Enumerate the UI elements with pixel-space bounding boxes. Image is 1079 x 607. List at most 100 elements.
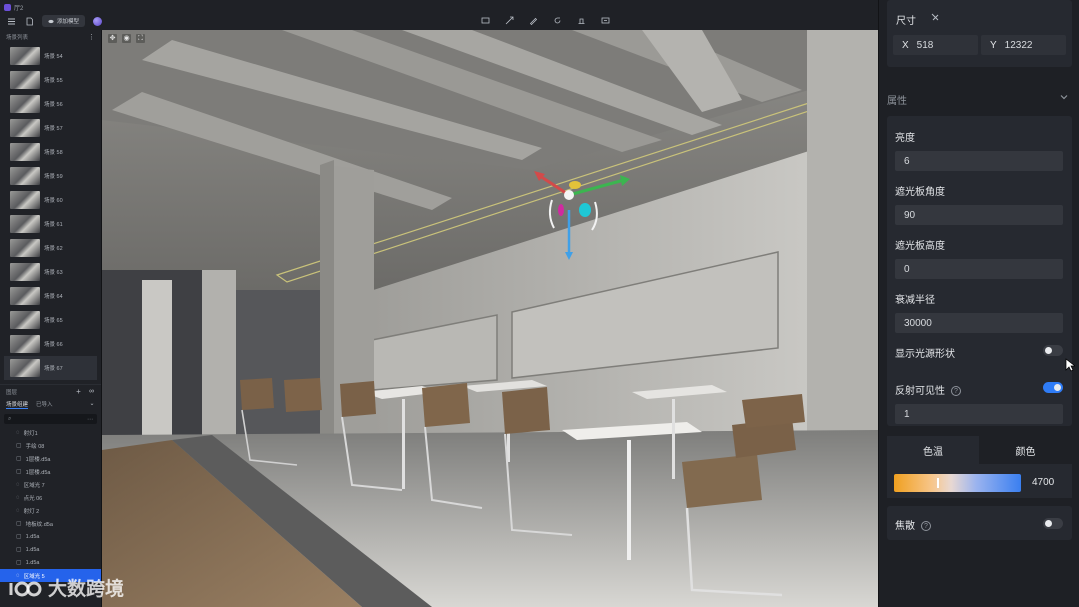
collapse-chevron-icon[interactable] (1059, 92, 1069, 105)
color-temp-slider[interactable] (894, 474, 1021, 492)
menu-icon[interactable] (6, 16, 16, 26)
add-model-button[interactable]: 添加模型 (42, 15, 86, 27)
pen-tool-icon[interactable] (528, 15, 538, 25)
add-scene-icon[interactable]: ⋮ (88, 34, 95, 41)
scene-label: 场景 61 (44, 222, 63, 228)
scale-tool-icon[interactable] (576, 15, 586, 25)
tree-item-label: 射灯 2 (23, 508, 40, 515)
scene-item[interactable]: 场景 64 (4, 284, 97, 308)
frame-icon[interactable]: ⛶ (136, 34, 145, 43)
barn-height-input[interactable]: 0 (895, 259, 1063, 279)
view-icon[interactable]: ◉ (122, 34, 131, 43)
move-tool-icon[interactable] (504, 15, 514, 25)
select-tool-icon[interactable] (480, 15, 490, 25)
focus-label: 焦散 (895, 521, 915, 532)
tab-color-temp[interactable]: 色温 (887, 436, 979, 464)
size-x-field[interactable]: X 518 (893, 35, 978, 55)
pan-icon[interactable]: ✥ (108, 34, 117, 43)
tree-item-label: 1层楼.d5a (25, 456, 51, 463)
add-model-label: 添加模型 (57, 19, 80, 25)
chevron-down-icon[interactable]: ⌄ (89, 401, 95, 407)
slider-thumb[interactable] (937, 478, 940, 488)
light-properties-box: 亮度 6 遮光板角度 90 遮光板高度 0 衰减半径 30000 显示光源形状 … (887, 116, 1072, 426)
tree-item-label: 射灯1 (23, 430, 38, 437)
filter-icon[interactable]: ⋯ (87, 416, 93, 423)
scene-thumbnail (10, 335, 40, 353)
barn-height-label: 遮光板高度 (895, 241, 945, 252)
scene-item[interactable]: 场景 58 (4, 140, 97, 164)
scene-item[interactable]: 场景 62 (4, 236, 97, 260)
scene-thumbnail (10, 191, 40, 209)
tree-item[interactable]: ▢ 1.d5a (0, 530, 101, 543)
help-icon[interactable]: ? (921, 521, 931, 532)
scene-label: 场景 65 (44, 318, 63, 324)
reflection-input[interactable]: 1 (895, 404, 1063, 424)
rotate-tool-icon[interactable] (552, 15, 562, 25)
scene-item[interactable]: 场景 59 (4, 164, 97, 188)
scene-label: 场景 54 (44, 54, 63, 60)
tree-item[interactable]: ▢ 地板纹.d5a (0, 517, 101, 530)
scene-thumbnail (10, 167, 40, 185)
tab-color[interactable]: 颜色 (979, 436, 1072, 464)
x-axis-label: X (902, 39, 909, 51)
tree-item[interactable]: ▢ 手绘 08 (0, 439, 101, 452)
show-shape-toggle[interactable] (1043, 345, 1063, 356)
tree-item[interactable]: ◌ 射灯 2 (0, 504, 101, 517)
layer-search-input[interactable]: ⌕ ⋯ (4, 414, 97, 424)
tree-item[interactable]: ◌ 区域光 7 (0, 478, 101, 491)
scene-item[interactable]: 场景 63 (4, 260, 97, 284)
tree-item[interactable]: ▢ 1层楼.d5a (0, 452, 101, 465)
help-icon[interactable]: ? (951, 386, 961, 397)
tree-item[interactable]: ▢ 1.d5a (0, 556, 101, 569)
link-icon[interactable]: ∞ (88, 388, 95, 395)
tree-item-label: 点光 06 (23, 495, 43, 502)
attenuation-label: 衰减半径 (895, 295, 935, 306)
light-icon: ◌ (16, 507, 20, 514)
layers-header: 图层 + ∞ (0, 384, 101, 398)
lock-icon[interactable] (929, 11, 941, 26)
user-avatar[interactable] (93, 16, 103, 26)
barn-angle-input[interactable]: 90 (895, 205, 1063, 225)
scene-item[interactable]: 场景 65 (4, 308, 97, 332)
scene-item[interactable]: 场景 60 (4, 188, 97, 212)
file-icon[interactable] (24, 16, 34, 26)
scene-item[interactable]: 场景 56 (4, 92, 97, 116)
tab-imported[interactable]: 已导入 (36, 400, 53, 408)
scene-label: 场景 63 (44, 270, 63, 276)
tree-item-label: 1.d5a (25, 533, 40, 540)
size-box: 尺寸 X 518 Y 12322 (887, 0, 1072, 67)
x-value: 518 (916, 39, 934, 51)
size-y-field[interactable]: Y 12322 (981, 35, 1066, 55)
scene-item[interactable]: 场景 57 (4, 116, 97, 140)
tree-item[interactable]: ▢ 1.d5a (0, 543, 101, 556)
layers-title: 图层 (6, 389, 18, 396)
properties-section-title: 属性 (887, 96, 907, 107)
tree-item[interactable]: ◌ 点光 06 (0, 491, 101, 504)
scene-item-selected[interactable]: 场景 67 (4, 356, 97, 380)
screen-tool-icon[interactable] (600, 15, 610, 25)
add-layer-icon[interactable]: + (75, 387, 82, 395)
scene-item[interactable]: 场景 55 (4, 68, 97, 92)
scene-item[interactable]: 场景 66 (4, 332, 97, 356)
reflection-label: 反射可见性 (895, 386, 945, 397)
tree-item[interactable]: ▢ 1层楼.d5a (0, 465, 101, 478)
scene-thumbnail (10, 119, 40, 137)
reflection-toggle[interactable] (1043, 382, 1063, 393)
tree-item[interactable]: ◌ 射灯1 (0, 426, 101, 439)
top-bar: 厅2 添加模型 (0, 0, 878, 30)
tab-scene-components[interactable]: 场景组建 (6, 400, 29, 409)
tree-item-label: 1.d5a (25, 546, 40, 553)
attenuation-input[interactable]: 30000 (895, 313, 1063, 333)
3d-viewport[interactable]: ✥ ◉ ⛶ (102, 30, 878, 607)
left-panel: 场景列表 ⋮ 场景 54 场景 55 场景 56 场景 57 场景 58 场景 … (0, 30, 102, 607)
focus-toggle[interactable] (1043, 518, 1063, 529)
search-icon: ⌕ (8, 415, 12, 422)
scene-item[interactable]: 场景 61 (4, 212, 97, 236)
brightness-input[interactable]: 6 (895, 151, 1063, 171)
tree-item-label: 1层楼.d5a (25, 469, 51, 476)
model-icon: ▢ (16, 547, 22, 553)
scenes-header: 场景列表 ⋮ (0, 30, 101, 44)
tree-item-label: 区域光 7 (23, 482, 45, 489)
scene-item[interactable]: 场景 54 (4, 44, 97, 68)
focus-box: 焦散? (887, 506, 1072, 540)
